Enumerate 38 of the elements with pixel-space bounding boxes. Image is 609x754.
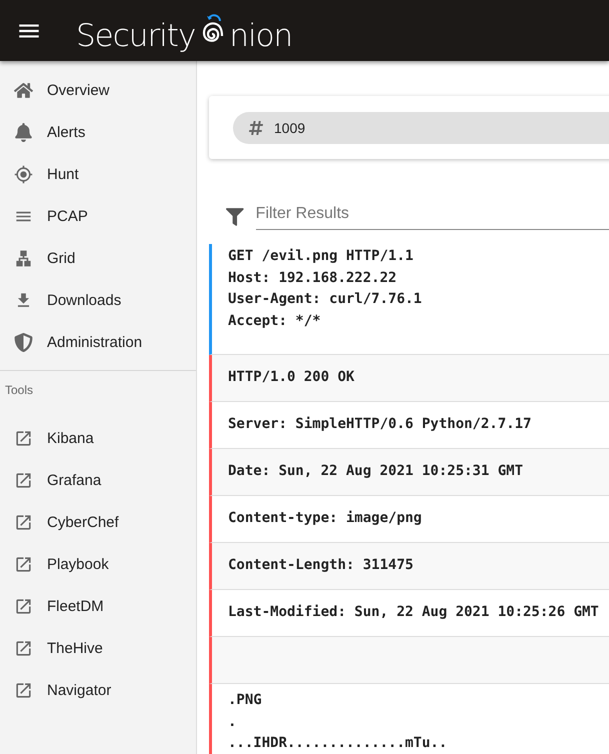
- nav-item[interactable]: Grid: [0, 237, 196, 279]
- transcript-line: Server: SimpleHTTP/0.6 Python/2.7.17: [228, 415, 532, 434]
- logo-text: Security: [76, 20, 196, 52]
- nav-item[interactable]: Administration: [0, 321, 196, 363]
- nav-item[interactable]: Hunt: [0, 153, 196, 195]
- nav-item[interactable]: Alerts: [0, 111, 196, 153]
- tool-link[interactable]: TheHive: [0, 627, 196, 669]
- shield-icon: [13, 332, 33, 352]
- transcript-line: Date: Sun, 22 Aug 2021 10:25:31 GMT: [228, 462, 524, 481]
- tool-link[interactable]: Navigator: [0, 669, 196, 711]
- transcript-line: GET /evil.png HTTP/1.1: [228, 247, 414, 266]
- nav-item[interactable]: Downloads: [0, 279, 196, 321]
- section-label: Tools: [4, 382, 34, 399]
- transcript-line: User-Agent: curl/7.76.1: [228, 290, 423, 309]
- tool-link[interactable]: Kibana: [0, 417, 196, 459]
- tool-link[interactable]: Playbook: [0, 543, 196, 585]
- transcript-line: .PNG: [228, 691, 263, 710]
- hashtag-icon: [248, 120, 264, 136]
- transcript-line: Last-Modified: Sun, 22 Aug 2021 10:25:26 GMT: [228, 603, 600, 622]
- nav-item[interactable]: PCAP: [0, 195, 196, 237]
- home-icon: [13, 80, 33, 100]
- tool-link[interactable]: FleetDM: [0, 585, 196, 627]
- logo-text: nion: [229, 20, 292, 52]
- crosshair-icon: [13, 164, 33, 184]
- tool-link[interactable]: CyberChef: [0, 501, 196, 543]
- transcript-line: Accept: */*: [228, 312, 322, 330]
- filter-field[interactable]: Filter Results: [256, 203, 609, 230]
- nav-item[interactable]: Overview: [0, 69, 196, 111]
- filter-icon: [226, 208, 244, 226]
- transcript-line: Host: 192.168.222.22: [228, 268, 398, 288]
- transcript-line: HTTP/1.0 200 OK: [228, 368, 356, 387]
- transcript-line: ...IHDR..............mTu..: [228, 734, 448, 753]
- transcript-line: .: [228, 712, 238, 732]
- bell-icon: [13, 122, 33, 142]
- transcript-line: Content-type: image/png: [228, 509, 423, 528]
- transcript-line: Content-Length: 311475: [228, 556, 414, 575]
- job-id: 1009: [274, 120, 306, 136]
- tool-link[interactable]: Grafana: [0, 459, 196, 501]
